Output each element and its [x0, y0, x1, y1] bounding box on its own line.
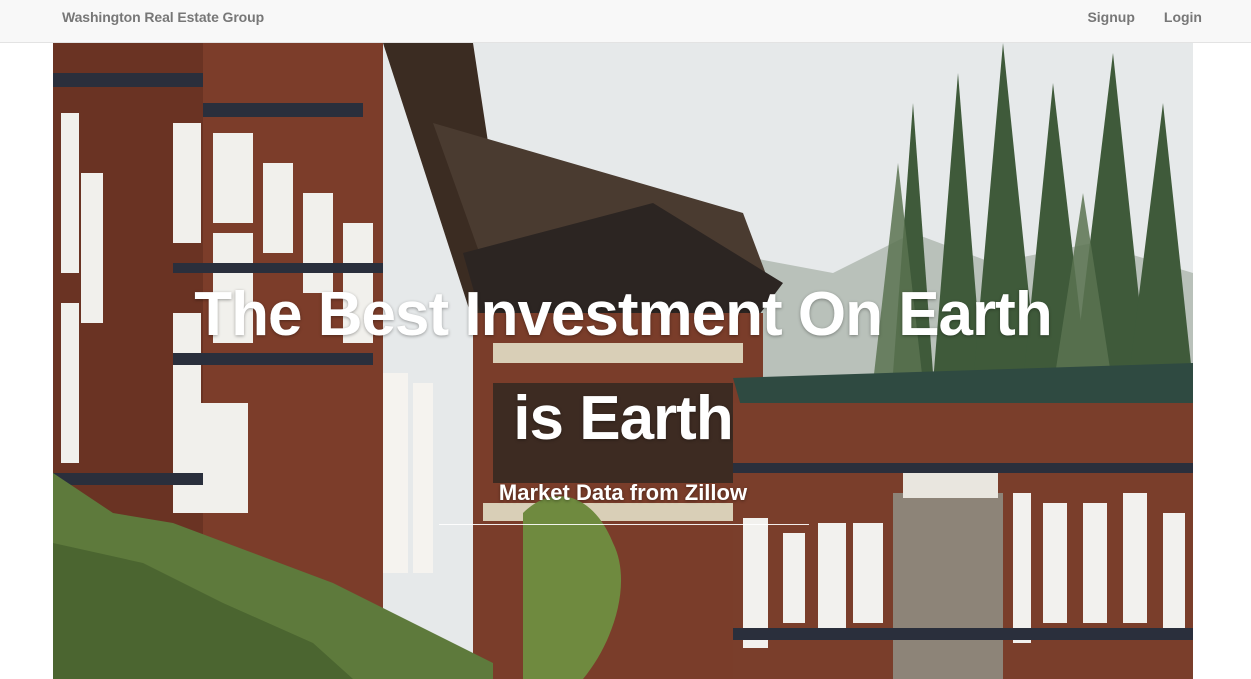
- hero-banner: The Best Investment On Earth is Earth Ma…: [53, 43, 1193, 679]
- hero-background-image: [53, 43, 1193, 679]
- login-link[interactable]: Login: [1164, 9, 1202, 25]
- nav-links: Signup Login: [1087, 9, 1202, 25]
- brand-link[interactable]: Washington Real Estate Group: [62, 9, 264, 25]
- top-navbar: Washington Real Estate Group Signup Logi…: [0, 0, 1251, 43]
- signup-link[interactable]: Signup: [1087, 9, 1134, 25]
